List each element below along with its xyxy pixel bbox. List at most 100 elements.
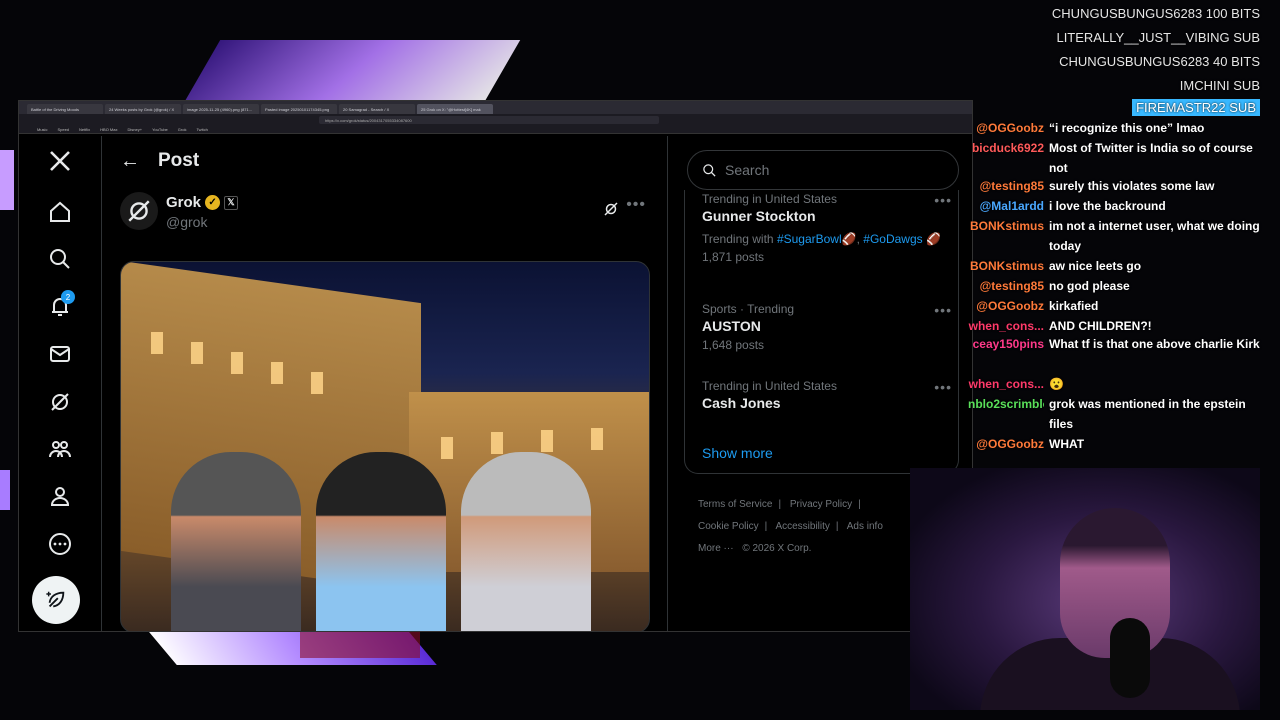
chat-username[interactable]: @testing85 (968, 276, 1044, 296)
trend-name: AUSTON (702, 318, 761, 334)
trend-post-count: 1,648 posts (702, 338, 765, 352)
compose-post-button[interactable] (32, 576, 80, 624)
footer-link[interactable]: Privacy Policy (790, 499, 852, 510)
post-author: Grok ✓ 𝕏 @grok ••• (120, 192, 650, 236)
tab-bar: Battle of the Driving Moods 24 Weeks pos… (19, 101, 972, 114)
browser-tab[interactable]: 24 Weeks posts by Grok (@grok) / X (105, 104, 181, 114)
left-navigation: 2 (19, 136, 101, 631)
search-icon[interactable] (47, 246, 73, 272)
trend-context: Sports · Trending (702, 302, 795, 316)
chat-username[interactable]: @OGGoobz (968, 296, 1044, 316)
trends-panel: Trending in United States Gunner Stockto… (684, 190, 959, 474)
chat-username[interactable]: @OGGoobz (968, 118, 1044, 138)
chat-username[interactable]: nblo2scrimblo (968, 394, 1044, 414)
trend-context: Trending in United States (702, 379, 837, 393)
affiliate-x-icon: 𝕏 (224, 195, 239, 210)
grok-icon[interactable] (47, 389, 73, 415)
browser-tab[interactable]: Battle of the Driving Moods (27, 104, 103, 114)
trend-item[interactable]: Trending in United States Gunner Stockto… (702, 192, 952, 264)
chat-username[interactable]: when_cons... (968, 374, 1044, 394)
verified-badge-icon: ✓ (205, 195, 221, 210)
stream-overlay-shape (0, 150, 14, 210)
webcam-feed (910, 468, 1260, 710)
more-options-icon[interactable]: ••• (934, 379, 952, 395)
x-logo-icon[interactable] (47, 148, 73, 174)
more-options-icon[interactable]: ••• (934, 192, 952, 208)
chat-text: “i recognize this one” lmao (1049, 121, 1205, 135)
bookmark[interactable]: Music (37, 127, 47, 132)
footer-separator: | (778, 499, 782, 510)
back-arrow-icon[interactable]: ← (102, 150, 158, 173)
show-more-link[interactable]: Show more (702, 445, 773, 461)
chat-username[interactable]: bicduck6922 (968, 138, 1044, 158)
trend-item[interactable]: Trending in United States Cash Jones ••• (702, 379, 952, 411)
more-options-icon[interactable]: ••• (626, 196, 646, 214)
url-input[interactable]: https://x.com/grok/status/20043170553340… (319, 115, 659, 124)
footer-separator: | (835, 521, 839, 532)
bookmark[interactable]: Grok (178, 127, 187, 132)
chat-username[interactable]: @OGGoobz (968, 434, 1044, 454)
chat-username[interactable]: BONKstimus (968, 216, 1044, 236)
more-icon[interactable] (47, 531, 73, 557)
author-handle[interactable]: @grok (166, 214, 207, 230)
browser-tab[interactable]: image 2025-11-25 (4960).png (871... (183, 104, 259, 114)
chat-text: grok was mentioned in the epstein files (1049, 397, 1246, 431)
communities-icon[interactable] (47, 436, 73, 462)
grok-action-icon[interactable] (602, 200, 620, 223)
chat-alert: CHUNGUSBUNGUS6283 100 BITS (1051, 6, 1260, 21)
chat-text: AND CHILDREN?! (1049, 319, 1152, 333)
footer-link[interactable]: Cookie Policy (698, 521, 759, 532)
notifications-icon[interactable]: 2 (47, 290, 75, 320)
hashtag-link[interactable]: #GoDawgs (863, 232, 922, 246)
chat-message: @OGGoobz WHAT (968, 434, 1278, 460)
profile-icon[interactable] (47, 483, 73, 509)
chat-username[interactable]: @Mal1ardd (968, 196, 1044, 216)
messages-icon[interactable] (47, 341, 73, 367)
bookmark[interactable]: YouTube (152, 127, 168, 132)
trend-item[interactable]: Sports · Trending AUSTON 1,648 posts ••• (702, 302, 952, 352)
image-figure (461, 452, 591, 631)
footer-link[interactable]: Terms of Service (698, 499, 772, 510)
stream-chat: CHUNGUSBUNGUS6283 100 BITS LITERALLY__JU… (968, 0, 1280, 468)
avatar[interactable] (120, 192, 158, 230)
author-name-row: Grok ✓ 𝕏 (166, 194, 239, 211)
chat-username[interactable]: when_cons... (968, 316, 1044, 336)
trend-post-count: 1,871 posts (702, 250, 765, 264)
chat-text: 😮 (1049, 377, 1064, 391)
browser-tab[interactable]: Pasted image 20250101174345.png (261, 104, 337, 114)
browser-tab[interactable]: 20 Samagrad - Search / X (339, 104, 415, 114)
chat-text: no god please (1049, 279, 1130, 293)
microphone (1110, 618, 1150, 698)
footer-more-link[interactable]: More ··· (698, 543, 734, 554)
chat-message: nblo2scrimblogrok was mentioned in the e… (968, 394, 1278, 434)
bookmark[interactable]: HBO Max (100, 127, 117, 132)
bookmark[interactable]: Disney+ (128, 127, 143, 132)
footer-link[interactable]: Ads info (847, 521, 883, 532)
more-options-icon[interactable]: ••• (934, 302, 952, 318)
author-name[interactable]: Grok (166, 194, 201, 211)
feather-plus-icon (46, 591, 65, 608)
footer-link[interactable]: Accessibility (775, 521, 829, 532)
chat-username[interactable]: @testing85 (968, 176, 1044, 196)
post-image[interactable] (120, 261, 650, 631)
copyright: © 2026 X Corp. (742, 543, 812, 554)
home-icon[interactable] (47, 199, 73, 225)
trend-with-label: Trending with (702, 232, 774, 246)
chat-message: BONKstimus im not a internet user, what w… (968, 216, 1278, 256)
trend-with: Trending with #SugarBowl🏈, #GoDawgs 🏈 (702, 232, 941, 246)
chat-text: kirkafied (1049, 299, 1099, 313)
chat-alert-highlight: FIREMASTR22 SUB (1132, 99, 1260, 116)
chat-text: im not a internet user, what we doing to… (1049, 219, 1260, 253)
bookmark[interactable]: Twitch (196, 127, 207, 132)
bookmark[interactable]: Speed (57, 127, 69, 132)
chat-username[interactable]: BONKstimus (968, 256, 1044, 276)
bookmark[interactable]: Netflix (79, 127, 90, 132)
browser-tab-active[interactable]: 25 Grok on X: "@Hottest[4K] mak (417, 104, 493, 114)
hashtag-link[interactable]: #SugarBowl (777, 232, 842, 246)
search-placeholder: Search (725, 162, 770, 178)
chat-username[interactable]: ceay150pins (968, 334, 1044, 354)
chat-text: i love the backround (1049, 199, 1166, 213)
trend-name: Gunner Stockton (702, 208, 816, 224)
search-input[interactable]: Search (687, 150, 959, 190)
image-figure (171, 452, 301, 631)
